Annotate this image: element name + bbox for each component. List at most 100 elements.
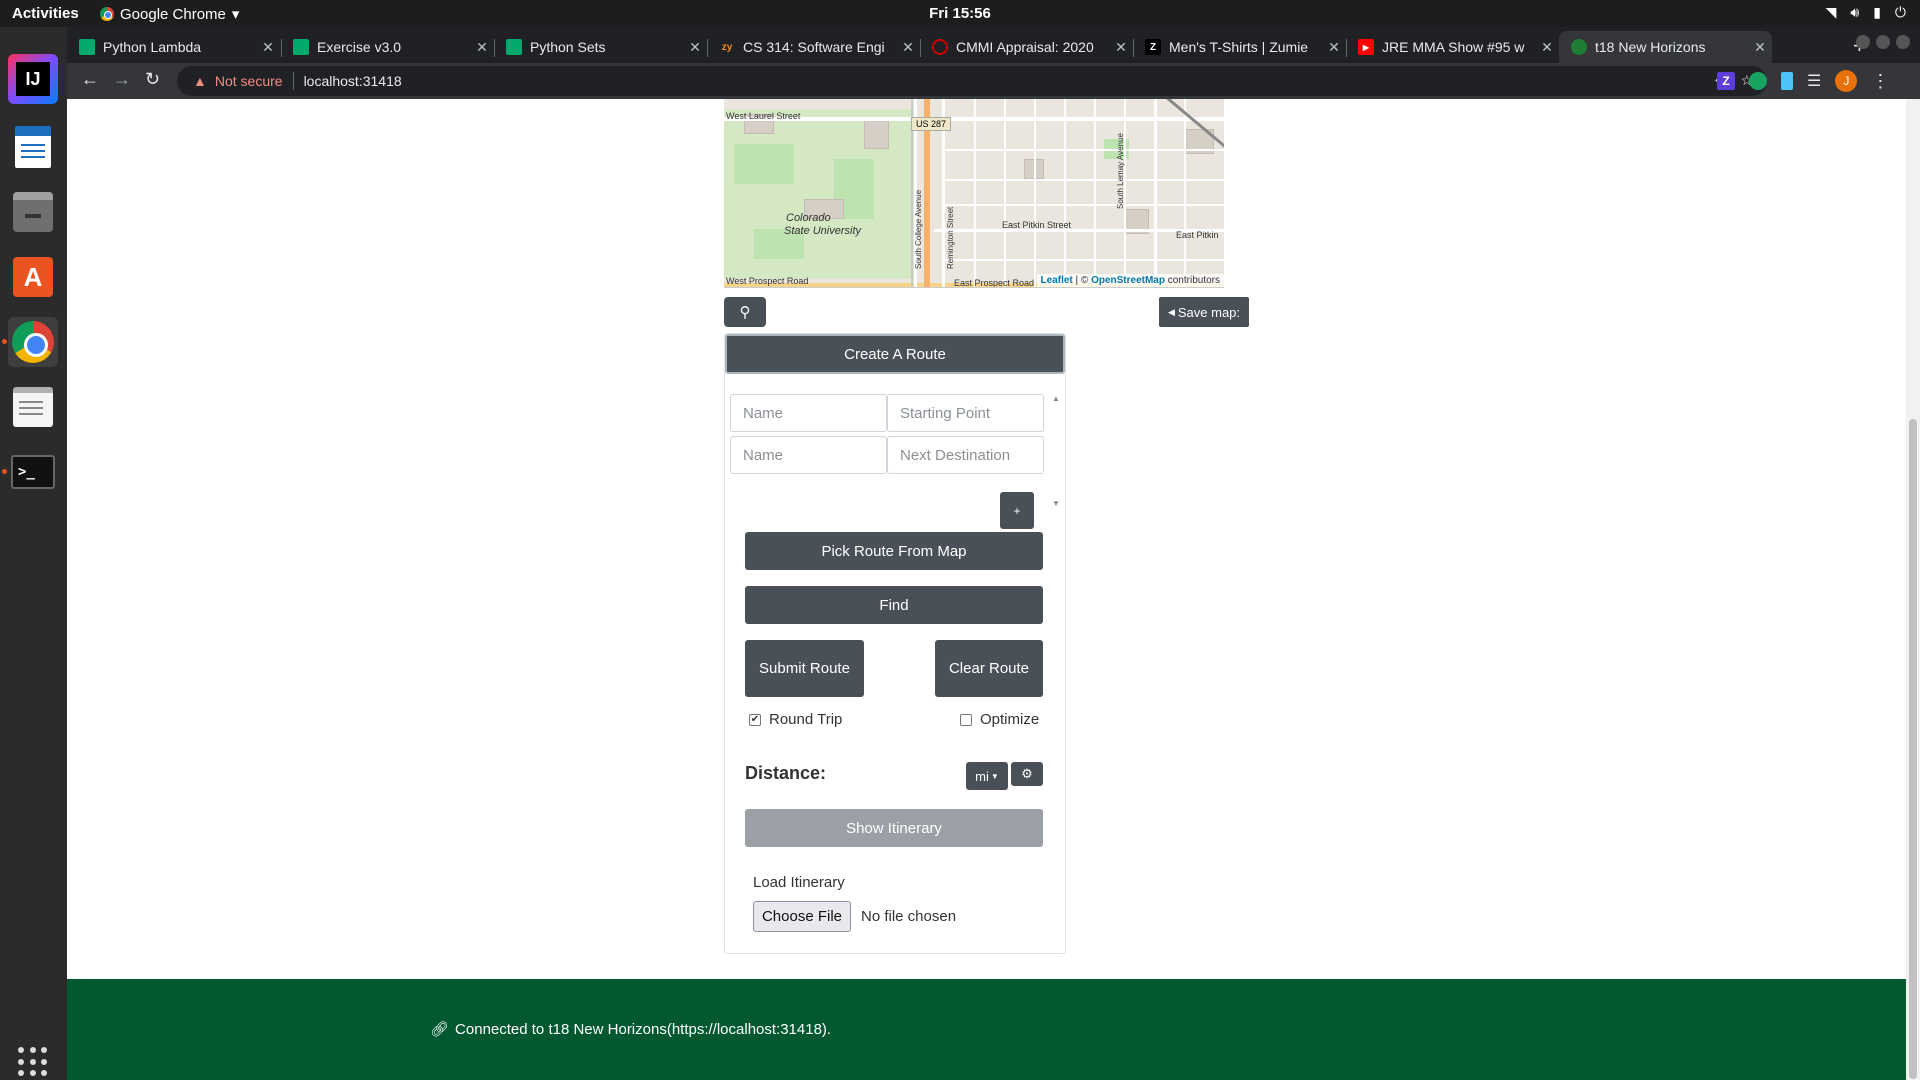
- map-label: South College Avenue: [914, 189, 923, 269]
- scroll-up-icon[interactable]: ▲: [1052, 394, 1060, 403]
- checkbox-box[interactable]: [960, 713, 972, 726]
- security-indicator[interactable]: Not secure: [215, 73, 283, 89]
- tab-cmmi[interactable]: CMMI Appraisal: 2020 ✕: [920, 31, 1133, 63]
- zumiez-icon: Z: [1145, 39, 1161, 55]
- dock-software[interactable]: A: [8, 252, 58, 302]
- w3schools-icon: [79, 39, 95, 55]
- minimize-button[interactable]: [1856, 35, 1870, 49]
- url-text[interactable]: localhost:31418: [304, 73, 402, 89]
- dock-chrome[interactable]: [2, 317, 58, 367]
- next-destination-input[interactable]: Next Destination: [887, 436, 1044, 474]
- my-location-button[interactable]: ⚲: [724, 297, 766, 327]
- grammarly-extension-icon[interactable]: [1749, 72, 1767, 90]
- system-tray[interactable]: ◥ 🔊︎ ▮ ⏻: [1826, 4, 1906, 21]
- starting-point-input[interactable]: Starting Point: [887, 394, 1044, 432]
- optimize-checkbox[interactable]: Optimize: [960, 711, 1039, 728]
- tab-zumiez[interactable]: Z Men's T-Shirts | Zumie ✕: [1133, 31, 1346, 63]
- close-icon[interactable]: ✕: [1748, 39, 1772, 56]
- dock-intellij[interactable]: IJ: [8, 54, 58, 104]
- show-applications-button[interactable]: [8, 1037, 58, 1080]
- tab-python-sets[interactable]: Python Sets ✕: [494, 31, 707, 63]
- reload-icon[interactable]: ↻: [145, 69, 160, 90]
- activities-button[interactable]: Activities: [12, 5, 79, 22]
- tab-jre[interactable]: ▶ JRE MMA Show #95 w ✕: [1346, 31, 1559, 63]
- running-indicator: [2, 469, 7, 474]
- app-menu[interactable]: Google Chrome ▾: [100, 5, 239, 23]
- leaflet-map[interactable]: US 287 West Laurel Street Colorado State…: [724, 99, 1224, 288]
- close-icon[interactable]: ✕: [896, 39, 920, 56]
- profile-avatar[interactable]: J: [1835, 70, 1858, 92]
- text-editor-icon: [13, 387, 53, 427]
- submit-route-button[interactable]: Submit Route: [745, 640, 864, 697]
- leaflet-link[interactable]: Leaflet: [1041, 275, 1073, 286]
- map-label: Remington Street: [946, 206, 955, 269]
- warning-icon: ▲: [193, 73, 207, 89]
- choose-file-button[interactable]: Choose File: [753, 901, 851, 932]
- w3schools-icon: [506, 39, 522, 55]
- cmmi-icon: [932, 39, 948, 55]
- unit-dropdown[interactable]: mi ▼: [966, 762, 1008, 790]
- grid-icon: [18, 1047, 48, 1077]
- scroll-down-icon[interactable]: ▼: [1052, 499, 1060, 508]
- osm-link[interactable]: OpenStreetMap: [1091, 275, 1165, 286]
- find-button[interactable]: Find: [745, 586, 1043, 624]
- save-map-button[interactable]: ◀ Save map:: [1159, 297, 1249, 327]
- tab-title: Exercise v3.0: [317, 39, 402, 55]
- settings-button[interactable]: ⚙: [1011, 762, 1043, 786]
- page-scrollbar[interactable]: [1906, 99, 1920, 1080]
- intellij-icon: IJ: [16, 62, 50, 96]
- tab-new-horizons[interactable]: t18 New Horizons ✕: [1559, 31, 1772, 63]
- tab-cs314[interactable]: zy CS 314: Software Engi ✕: [707, 31, 920, 63]
- add-stop-button[interactable]: +: [1000, 492, 1034, 529]
- checkbox-box[interactable]: ✔: [749, 713, 761, 726]
- running-indicator: [2, 339, 7, 344]
- maximize-button[interactable]: [1876, 35, 1890, 49]
- close-icon[interactable]: ✕: [1322, 39, 1346, 56]
- forward-icon[interactable]: →: [113, 69, 131, 90]
- pick-route-from-map-button[interactable]: Pick Route From Map: [745, 532, 1043, 570]
- create-route-header[interactable]: Create A Route: [725, 334, 1065, 374]
- tab-title: CS 314: Software Engi: [743, 39, 885, 55]
- close-icon[interactable]: ✕: [470, 39, 494, 56]
- scrollbar-thumb[interactable]: [1909, 419, 1917, 1079]
- system-top-bar: Activities Google Chrome ▾ Fri 15:56 ◥ 🔊…: [0, 0, 1920, 27]
- zotero-extension-icon[interactable]: Z: [1717, 72, 1735, 90]
- clear-route-button[interactable]: Clear Route: [935, 640, 1043, 697]
- close-icon[interactable]: ✕: [256, 39, 280, 56]
- close-icon[interactable]: ✕: [683, 39, 707, 56]
- back-icon[interactable]: ←: [81, 69, 99, 90]
- terminal-icon: >_: [11, 455, 55, 489]
- map-label: Colorado: [786, 212, 831, 224]
- stop-name-input[interactable]: Name: [730, 394, 887, 432]
- dock-terminal[interactable]: >_: [2, 447, 58, 497]
- stop-name-input[interactable]: Name: [730, 436, 887, 474]
- unit-value: mi: [975, 768, 989, 784]
- stops-scrollbar[interactable]: ▲ ▼: [1050, 394, 1060, 508]
- address-bar[interactable]: ▲ Not secure localhost:31418 ⌖ ☆: [177, 66, 1767, 96]
- load-itinerary-label: Load Itinerary: [753, 874, 845, 891]
- youtube-icon: ▶: [1358, 39, 1374, 55]
- zybooks-icon: zy: [721, 41, 733, 53]
- tab-exercise[interactable]: Exercise v3.0 ✕: [281, 31, 494, 63]
- map-label: West Prospect Road: [726, 276, 809, 286]
- close-window-button[interactable]: [1896, 35, 1910, 49]
- extensions: Z ☰ J ⋮: [1717, 70, 1889, 92]
- map-label: South Lemay Avenue: [1116, 133, 1125, 209]
- tab-title: JRE MMA Show #95 w: [1382, 39, 1525, 55]
- close-icon[interactable]: ✕: [1109, 39, 1133, 56]
- dock-files[interactable]: [8, 187, 58, 237]
- tab-title: Python Sets: [530, 39, 606, 55]
- show-itinerary-button[interactable]: Show Itinerary: [745, 809, 1043, 847]
- tab-title: t18 New Horizons: [1595, 39, 1706, 55]
- kebab-menu-icon[interactable]: ⋮: [1871, 71, 1889, 92]
- site-icon: [1571, 39, 1587, 55]
- media-queue-icon[interactable]: ☰: [1807, 71, 1821, 91]
- tab-python-lambda[interactable]: Python Lambda ✕: [67, 31, 280, 63]
- extension-icon[interactable]: [1781, 72, 1793, 90]
- close-icon[interactable]: ✕: [1535, 39, 1559, 56]
- round-trip-checkbox[interactable]: ✔ Round Trip: [749, 711, 842, 728]
- dock-text-editor[interactable]: [8, 382, 58, 432]
- dock-writer[interactable]: [8, 122, 58, 172]
- window-controls: [1856, 35, 1910, 49]
- clock[interactable]: Fri 15:56: [929, 5, 991, 22]
